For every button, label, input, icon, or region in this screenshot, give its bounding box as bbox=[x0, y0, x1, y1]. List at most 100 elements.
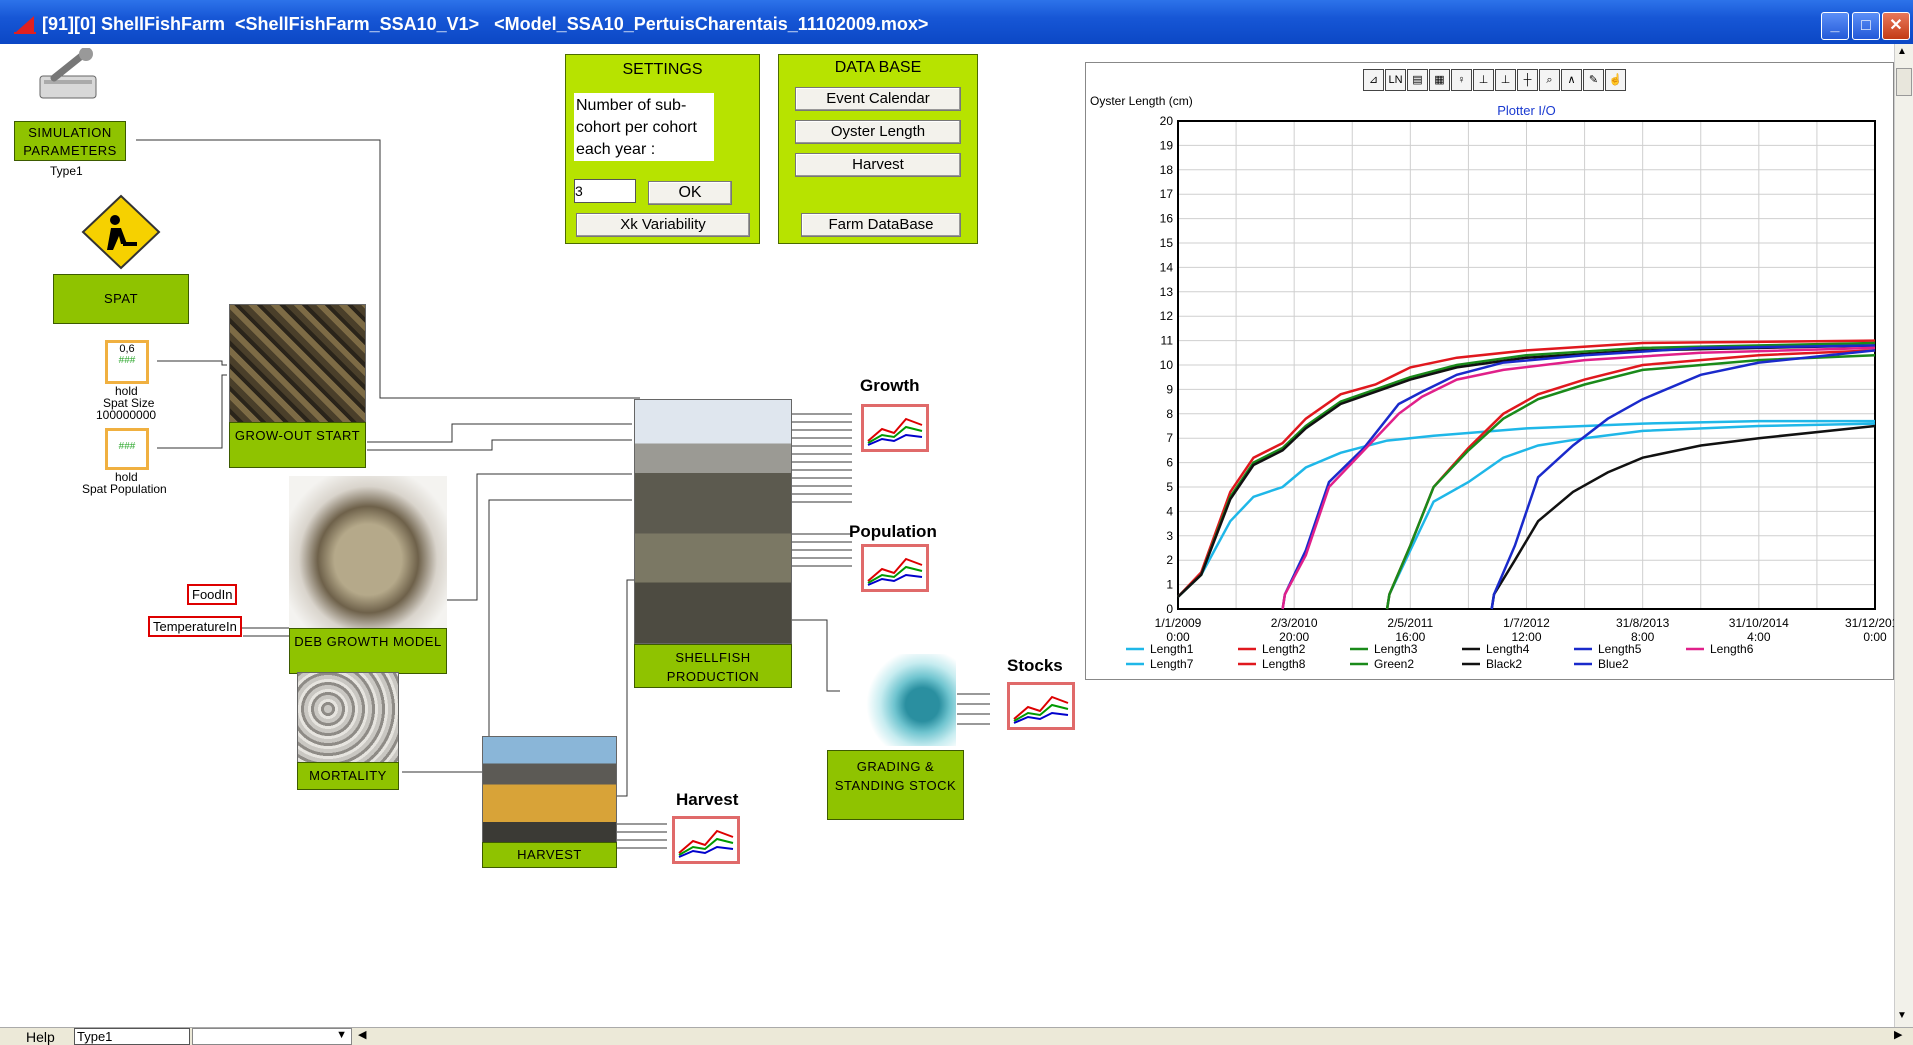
deb-growth-model-block[interactable]: DEB GROWTH MODEL bbox=[289, 628, 447, 674]
x-tick-time: 0:00 bbox=[1863, 630, 1887, 644]
legend-label: Length7 bbox=[1150, 657, 1194, 671]
y-tick-label: 19 bbox=[1160, 138, 1174, 152]
spat-block[interactable]: SPAT bbox=[53, 274, 189, 324]
legend-label: Black2 bbox=[1486, 657, 1522, 671]
harvest-block[interactable]: HARVEST bbox=[482, 842, 617, 868]
wrench-icon bbox=[39, 48, 97, 99]
database-title: DATA BASE bbox=[834, 59, 922, 76]
legend-label: Length6 bbox=[1710, 642, 1754, 656]
temperature-in-input[interactable]: TemperatureIn bbox=[148, 616, 242, 637]
legend-label: Length8 bbox=[1262, 657, 1306, 671]
growth-plotter-title: Growth bbox=[860, 376, 920, 395]
app-icon bbox=[14, 16, 36, 34]
type-field[interactable]: Type1 bbox=[74, 1028, 190, 1045]
population-plotter-icon[interactable] bbox=[861, 544, 929, 592]
population-plotter-title: Population bbox=[849, 522, 937, 541]
sim-params-type-label: Type1 bbox=[50, 164, 83, 178]
scroll-down-arrow[interactable]: ▼ bbox=[1897, 1010, 1907, 1021]
y-tick-label: 12 bbox=[1160, 309, 1174, 323]
harvest-workers-photo bbox=[482, 736, 617, 844]
stocks-plotter-title: Stocks bbox=[1007, 656, 1063, 675]
window-title: [91][0] ShellFishFarm <ShellFishFarm_SSA… bbox=[42, 14, 929, 34]
grading-standing-stock-block[interactable]: GRADING & STANDING STOCK bbox=[827, 750, 964, 820]
scroll-thumb[interactable] bbox=[1896, 68, 1912, 96]
xk-variability-button[interactable]: Xk Variability bbox=[576, 213, 750, 237]
chart-title: Plotter I/O bbox=[1497, 103, 1556, 118]
legend-label: Green2 bbox=[1374, 657, 1414, 671]
title-bar[interactable]: [91][0] ShellFishFarm <ShellFishFarm_SSA… bbox=[0, 0, 1913, 44]
vertical-scrollbar[interactable]: ▲ ▼ bbox=[1894, 44, 1913, 1027]
oyster-photo bbox=[289, 476, 447, 628]
x-tick-date: 1/1/2009 bbox=[1155, 616, 1202, 630]
settings-title: SETTINGS bbox=[622, 61, 703, 78]
y-tick-label: 8 bbox=[1166, 407, 1173, 421]
y-tick-label: 20 bbox=[1160, 114, 1174, 128]
series-line-black2 bbox=[1490, 424, 1876, 610]
event-calendar-button[interactable]: Event Calendar bbox=[795, 87, 961, 111]
y-tick-label: 4 bbox=[1166, 504, 1173, 518]
ok-button[interactable]: OK bbox=[648, 181, 732, 205]
settings-description: Number of sub-cohort per cohort each yea… bbox=[574, 93, 714, 161]
close-button[interactable]: ✕ bbox=[1882, 12, 1910, 40]
growth-plotter-icon[interactable] bbox=[861, 404, 929, 452]
y-tick-label: 13 bbox=[1160, 285, 1174, 299]
y-tick-label: 14 bbox=[1160, 260, 1174, 274]
grow-out-start-block[interactable]: GROW-OUT START bbox=[229, 422, 366, 468]
scroll-left-icon[interactable]: ◀ bbox=[358, 1028, 366, 1041]
x-tick-date: 31/10/2014 bbox=[1729, 616, 1789, 630]
y-tick-label: 10 bbox=[1160, 358, 1174, 372]
legend-label: Length1 bbox=[1150, 642, 1194, 656]
grading-chart-photo bbox=[844, 654, 956, 746]
shells-photo bbox=[297, 672, 399, 764]
series-line-green2 bbox=[1385, 353, 1876, 610]
y-tick-label: 6 bbox=[1166, 456, 1173, 470]
minimize-button[interactable]: _ bbox=[1821, 12, 1849, 40]
spat-size-number: 100000000 bbox=[96, 408, 157, 422]
legend-label: Length2 bbox=[1262, 642, 1306, 656]
application-window: [91][0] ShellFishFarm <ShellFishFarm_SSA… bbox=[0, 0, 1913, 1045]
harvest-plotter-title: Harvest bbox=[676, 790, 739, 809]
farm-database-button[interactable]: Farm DataBase bbox=[801, 213, 961, 237]
spat-size-display: ### bbox=[118, 355, 136, 366]
y-tick-label: 15 bbox=[1160, 236, 1174, 250]
help-label[interactable]: Help bbox=[26, 1029, 55, 1045]
oyster-length-chart: Plotter I/OOyster Length (cm)01234567891… bbox=[1090, 94, 1895, 671]
harvest-database-button[interactable]: Harvest bbox=[795, 153, 961, 177]
spat-population-label: Spat Population bbox=[82, 482, 167, 496]
subcohort-count-input[interactable] bbox=[574, 179, 636, 203]
spat-population-constant[interactable]: ### bbox=[105, 428, 149, 470]
legend-label: Length4 bbox=[1486, 642, 1530, 656]
y-tick-label: 7 bbox=[1166, 431, 1173, 445]
simulation-parameters-block[interactable]: SIMULATION PARAMETERS bbox=[14, 121, 126, 161]
food-in-input[interactable]: FoodIn bbox=[187, 584, 238, 605]
oyster-net-photo bbox=[229, 304, 366, 432]
y-tick-label: 3 bbox=[1166, 529, 1173, 543]
stocks-plotter-icon[interactable] bbox=[1007, 682, 1075, 730]
legend-label: Blue2 bbox=[1598, 657, 1629, 671]
harvest-plotter-icon[interactable] bbox=[672, 816, 740, 864]
maximize-button[interactable]: □ bbox=[1852, 12, 1880, 40]
oyster-tables-photo bbox=[634, 399, 792, 644]
spat-population-display: ### bbox=[118, 441, 136, 452]
shellfish-production-block[interactable]: SHELLFISH PRODUCTION bbox=[634, 644, 792, 688]
y-tick-label: 5 bbox=[1166, 480, 1173, 494]
y-tick-label: 1 bbox=[1166, 578, 1173, 592]
y-tick-label: 17 bbox=[1160, 187, 1174, 201]
legend-label: Length5 bbox=[1598, 642, 1642, 656]
database-panel: DATA BASE Event Calendar Oyster Length H… bbox=[778, 54, 978, 244]
plotter-window[interactable]: ⊿ LN ▤ ▦ ♀ ⊥ ⊥ ┼ ⌕ ∧ ✎ ☝ Plotter I/O Oyst… bbox=[1085, 62, 1895, 680]
x-tick-date: 2/3/2010 bbox=[1271, 616, 1318, 630]
dropdown-select[interactable]: ▼ bbox=[192, 1028, 352, 1045]
dropdown-arrow-icon: ▼ bbox=[336, 1029, 347, 1041]
x-tick-date: 31/12/2015 bbox=[1845, 616, 1895, 630]
legend-label: Length3 bbox=[1374, 642, 1418, 656]
oyster-length-button[interactable]: Oyster Length bbox=[795, 120, 961, 144]
scroll-up-arrow[interactable]: ▲ bbox=[1897, 46, 1907, 57]
x-tick-date: 31/8/2013 bbox=[1616, 616, 1670, 630]
spat-size-constant[interactable]: 0,6 ### bbox=[105, 340, 149, 384]
mortality-block[interactable]: MORTALITY bbox=[297, 762, 399, 790]
y-tick-label: 9 bbox=[1166, 382, 1173, 396]
y-tick-label: 11 bbox=[1161, 334, 1174, 348]
y-tick-label: 18 bbox=[1160, 163, 1174, 177]
scroll-right-icon[interactable]: ▶ bbox=[1894, 1028, 1902, 1041]
